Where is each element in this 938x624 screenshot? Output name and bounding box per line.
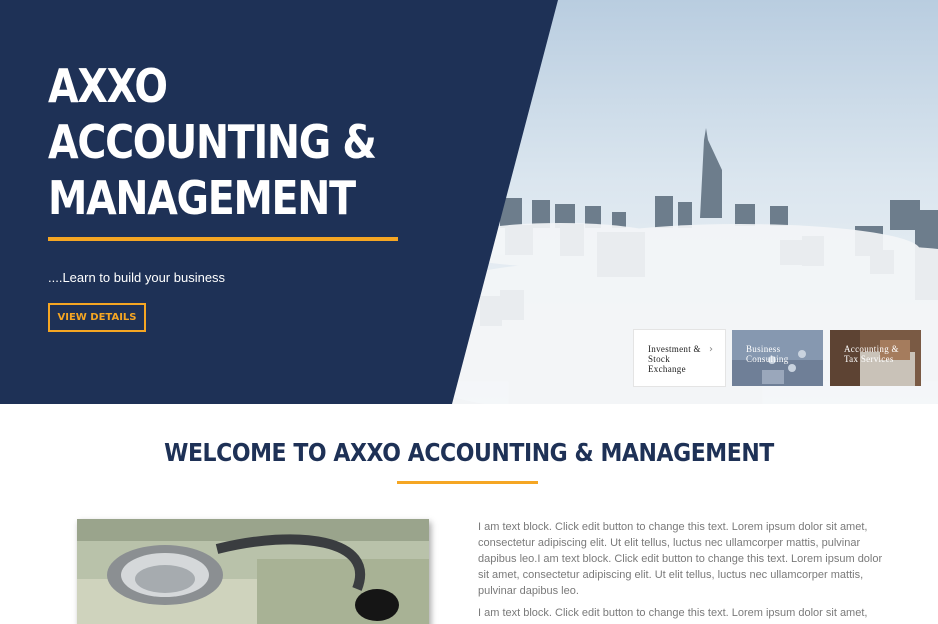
card-investment-stock-exchange[interactable]: Investment & Stock Exchange › xyxy=(634,330,725,386)
stethoscope-money-image xyxy=(77,519,429,624)
card-label: Business Consulting xyxy=(746,344,789,364)
card-accounting-tax-services[interactable]: Accounting & Tax Services xyxy=(830,330,921,386)
card-business-consulting[interactable]: Business Consulting xyxy=(732,330,823,386)
hero-title: AXXO ACCOUNTING & MANAGEMENT xyxy=(48,58,392,226)
hero-tagline: ....Learn to build your business xyxy=(48,270,226,285)
card-label: Investment & Stock Exchange xyxy=(648,344,701,374)
welcome-paragraph: I am text block. Click edit button to ch… xyxy=(478,607,868,619)
chevron-right-icon: › xyxy=(709,344,713,355)
hero-title-line: MANAGEMENT xyxy=(48,171,356,225)
hero-section: AXXO ACCOUNTING & MANAGEMENT ....Learn t… xyxy=(0,0,938,404)
hero-divider xyxy=(48,237,398,241)
card-label: Accounting & Tax Services xyxy=(844,344,899,364)
view-details-button[interactable]: VIEW DETAILS xyxy=(48,303,146,332)
hero-title-line: AXXO xyxy=(48,59,168,113)
welcome-paragraph: I am text block. Click edit button to ch… xyxy=(478,521,883,597)
welcome-heading: WELCOME TO AXXO ACCOUNTING & MANAGEMENT xyxy=(164,438,774,467)
hero-title-line: ACCOUNTING & xyxy=(48,115,377,169)
welcome-text-block: I am text block. Click edit button to ch… xyxy=(478,519,888,624)
welcome-divider xyxy=(397,481,538,484)
